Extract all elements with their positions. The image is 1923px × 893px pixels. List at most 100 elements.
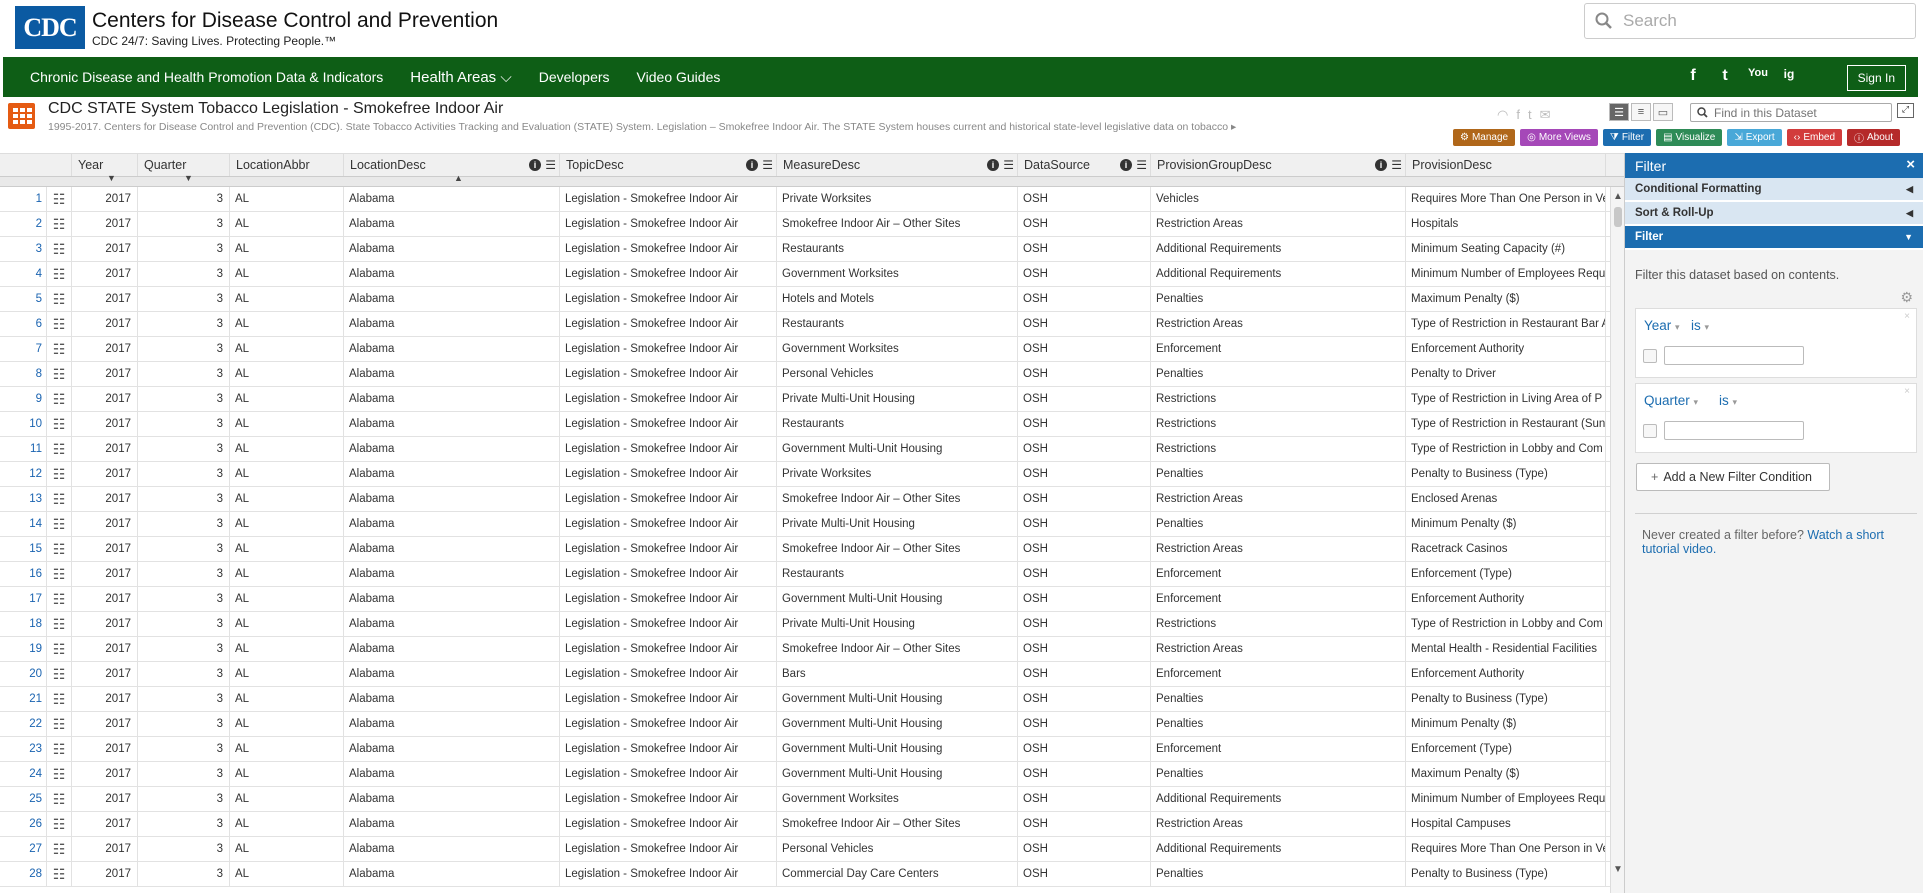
row-menu-icon[interactable]: ☷ [47,812,72,836]
table-row[interactable]: 1 ☷ 2017 3 AL Alabama Legislation - Smokefree … [0,187,1624,212]
info-icon[interactable]: i [1120,159,1132,171]
table-row[interactable]: 26 ☷ 2017 3 AL Alabama Legislation - Smokefree… [0,812,1624,837]
scrollbar-thumb[interactable] [1614,207,1622,227]
row-number[interactable]: 11 [0,437,47,461]
table-row[interactable]: 9 ☷ 2017 3 AL Alabama Legislation - Smokefree … [0,387,1624,412]
row-number[interactable]: 1 [0,187,47,211]
table-row[interactable]: 12 ☷ 2017 3 AL Alabama Legislation - Smokefree… [0,462,1624,487]
row-number[interactable]: 28 [0,862,47,886]
row-number[interactable]: 2 [0,212,47,236]
row-menu-icon[interactable]: ☷ [47,762,72,786]
column-menu-icon[interactable]: ☰ [1391,158,1402,172]
row-number[interactable]: 21 [0,687,47,711]
table-row[interactable]: 17 ☷ 2017 3 AL Alabama Legislation - Smokefree… [0,587,1624,612]
row-number[interactable]: 26 [0,812,47,836]
info-icon[interactable]: i [1375,159,1387,171]
facebook-share-icon[interactable]: f [1516,107,1520,123]
instagram-icon[interactable]: ig [1780,67,1798,85]
add-filter-button[interactable]: + Add a New Filter Condition [1636,463,1830,491]
row-number[interactable]: 17 [0,587,47,611]
table-row[interactable]: 2 ☷ 2017 3 AL Alabama Legislation - Smokefree … [0,212,1624,237]
info-icon[interactable]: i [987,159,999,171]
row-number[interactable]: 27 [0,837,47,861]
nav-item-video-guides[interactable]: Video Guides [637,69,721,85]
twitter-icon[interactable]: t [1716,67,1734,85]
table-row[interactable]: 25 ☷ 2017 3 AL Alabama Legislation - Smokefree… [0,787,1624,812]
table-row[interactable]: 13 ☷ 2017 3 AL Alabama Legislation - Smokefree… [0,487,1624,512]
row-number[interactable]: 22 [0,712,47,736]
filter-checkbox[interactable] [1643,424,1657,438]
table-row[interactable]: 11 ☷ 2017 3 AL Alabama Legislation - Smokefree… [0,437,1624,462]
table-row[interactable]: 7 ☷ 2017 3 AL Alabama Legislation - Smokefree … [0,337,1624,362]
table-row[interactable]: 28 ☷ 2017 3 AL Alabama Legislation - Smokefree… [0,862,1624,887]
close-icon[interactable]: × [1906,156,1915,173]
filter-value-input[interactable] [1664,346,1804,365]
row-number[interactable]: 20 [0,662,47,686]
row-number[interactable]: 5 [0,287,47,311]
visualize-button[interactable]: ▤ Visualize [1656,129,1723,146]
row-menu-icon[interactable]: ☷ [47,637,72,661]
column-header-provision-group-desc[interactable]: ProvisionGroupDesc i ☰ [1151,154,1406,176]
table-row[interactable]: 19 ☷ 2017 3 AL Alabama Legislation - Smokefree… [0,637,1624,662]
table-row[interactable]: 27 ☷ 2017 3 AL Alabama Legislation - Smokefree… [0,837,1624,862]
row-number[interactable]: 4 [0,262,47,286]
row-menu-icon[interactable]: ☷ [47,412,72,436]
page-view-icon[interactable]: ▭ [1653,103,1673,121]
fullscreen-icon[interactable]: ⤢ [1897,103,1914,118]
column-menu-icon[interactable]: ☰ [545,158,556,172]
table-row[interactable]: 15 ☷ 2017 3 AL Alabama Legislation - Smokefree… [0,537,1624,562]
table-row[interactable]: 16 ☷ 2017 3 AL Alabama Legislation - Smokefree… [0,562,1624,587]
row-number[interactable]: 14 [0,512,47,536]
table-row[interactable]: 3 ☷ 2017 3 AL Alabama Legislation - Smokefree … [0,237,1624,262]
filter-value-input[interactable] [1664,421,1804,440]
row-number[interactable]: 10 [0,412,47,436]
row-menu-icon[interactable]: ☷ [47,687,72,711]
sort-asc-icon[interactable]: ▲ [454,173,463,183]
row-menu-icon[interactable]: ☷ [47,612,72,636]
row-number[interactable]: 7 [0,337,47,361]
table-row[interactable]: 14 ☷ 2017 3 AL Alabama Legislation - Smokefree… [0,512,1624,537]
column-header-year[interactable]: Year [72,154,138,176]
section-filter[interactable]: Filter ▼ [1625,226,1923,250]
filter-checkbox[interactable] [1643,349,1657,363]
column-header-topic-desc[interactable]: TopicDesc i ☰ [560,154,777,176]
column-header-measure-desc[interactable]: MeasureDesc i ☰ [777,154,1018,176]
section-conditional-formatting[interactable]: Conditional Formatting ◀ [1625,178,1923,202]
table-row[interactable]: 10 ☷ 2017 3 AL Alabama Legislation - Smokefree… [0,412,1624,437]
twitter-share-icon[interactable]: t [1528,107,1532,123]
row-menu-icon[interactable]: ☷ [47,712,72,736]
row-menu-icon[interactable]: ☷ [47,287,72,311]
export-button[interactable]: ⇲ Export [1727,129,1782,146]
table-row[interactable]: 21 ☷ 2017 3 AL Alabama Legislation - Smokefree… [0,687,1624,712]
row-number[interactable]: 24 [0,762,47,786]
cdc-logo[interactable]: CDC [15,6,85,49]
find-input[interactable] [1714,105,1884,120]
column-header-provision-desc[interactable]: ProvisionDesc [1406,154,1606,176]
row-menu-icon[interactable]: ☷ [47,837,72,861]
row-number[interactable]: 15 [0,537,47,561]
row-menu-icon[interactable]: ☷ [47,787,72,811]
row-number[interactable]: 13 [0,487,47,511]
manage-button[interactable]: ⚙ Manage [1453,129,1516,146]
table-row[interactable]: 24 ☷ 2017 3 AL Alabama Legislation - Smokefree… [0,762,1624,787]
row-menu-icon[interactable]: ☷ [47,462,72,486]
row-menu-icon[interactable]: ☷ [47,862,72,886]
table-row[interactable]: 18 ☷ 2017 3 AL Alabama Legislation - Smokefree… [0,612,1624,637]
scroll-down-icon[interactable]: ▼ [1613,864,1623,875]
row-menu-icon[interactable]: ☷ [47,587,72,611]
table-row[interactable]: 4 ☷ 2017 3 AL Alabama Legislation - Smokefree … [0,262,1624,287]
table-row[interactable]: 8 ☷ 2017 3 AL Alabama Legislation - Smokefree … [0,362,1624,387]
table-row[interactable]: 20 ☷ 2017 3 AL Alabama Legislation - Smokefree… [0,662,1624,687]
scroll-up-icon[interactable]: ▲ [1613,191,1623,202]
facebook-icon[interactable]: f [1684,67,1702,85]
row-menu-icon[interactable]: ☷ [47,262,72,286]
filter-operator-select[interactable]: is ▾ [1719,393,1737,408]
column-menu-icon[interactable]: ☰ [1136,158,1147,172]
list-view-icon[interactable]: ≡ [1631,103,1651,121]
row-menu-icon[interactable]: ☷ [47,437,72,461]
expand-arrow-icon[interactable]: ▸ [1231,121,1236,133]
row-number[interactable]: 9 [0,387,47,411]
table-row[interactable]: 5 ☷ 2017 3 AL Alabama Legislation - Smokefree … [0,287,1624,312]
column-header-data-source[interactable]: DataSource i ☰ [1018,154,1151,176]
youtube-icon[interactable]: You [1748,67,1768,85]
